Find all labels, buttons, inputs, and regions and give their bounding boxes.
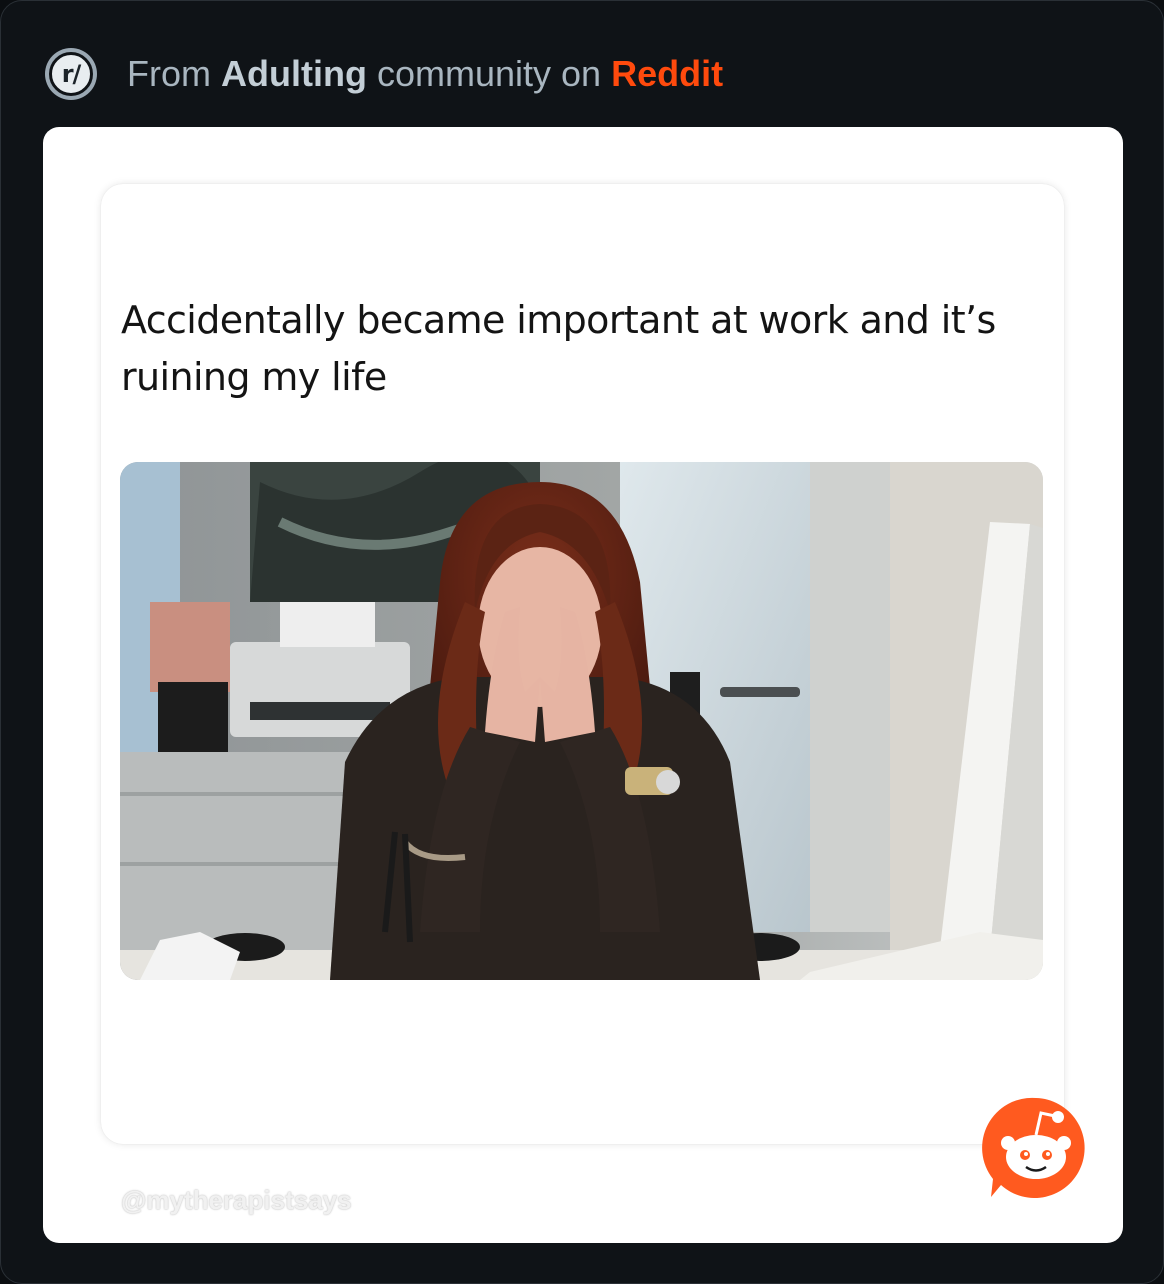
embed-header[interactable]: r/ From Adulting community on Reddit (45, 46, 723, 102)
source-line: From Adulting community on Reddit (127, 53, 723, 95)
watermark-text: @mytherapistsays (121, 1185, 352, 1215)
meme-card: Accidentally became important at work an… (101, 184, 1064, 1144)
embed-frame: r/ From Adulting community on Reddit Acc… (0, 0, 1164, 1284)
subreddit-badge-icon[interactable]: r/ (45, 48, 97, 100)
community-name-link[interactable]: Adulting (221, 53, 367, 94)
post-caption: Accidentally became important at work an… (121, 298, 996, 399)
subreddit-badge-label: r/ (49, 52, 93, 96)
source-prefix: From (127, 53, 211, 94)
post-media-card[interactable]: Accidentally became important at work an… (43, 127, 1123, 1243)
stressed-woman-photo-icon (120, 462, 1043, 980)
source-middle: community on (376, 53, 602, 94)
reddit-snoo-icon[interactable] (981, 1093, 1091, 1203)
reddit-brand-link[interactable]: Reddit (611, 53, 723, 94)
post-photo (120, 462, 1043, 980)
